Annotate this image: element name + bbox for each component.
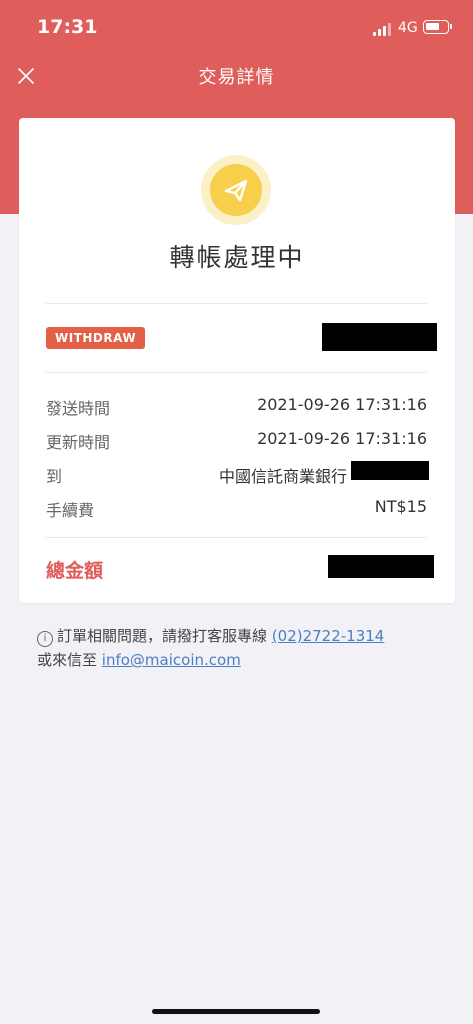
transaction-card: 轉帳處理中 WITHDRAW 發送時間 2021-09-26 17:31:16 …	[19, 118, 455, 603]
help-text-mid: 或來信至	[37, 651, 98, 669]
battery-icon	[423, 20, 452, 34]
destination-label: 到	[46, 467, 63, 486]
status-time: 17:31	[37, 16, 98, 38]
updated-time-label: 更新時間	[46, 433, 111, 452]
divider	[46, 303, 427, 304]
fee-label: 手續費	[46, 501, 95, 520]
network-type: 4G	[398, 20, 418, 36]
divider	[46, 372, 427, 373]
help-text: i 訂單相關問題，請撥打客服專線 (02)2722-1314 或來信至 info@…	[37, 624, 457, 672]
status-bar: 17:31 4G	[0, 0, 473, 56]
total-amount-label: 總金額	[46, 560, 104, 582]
transaction-status: 轉帳處理中	[169, 243, 305, 272]
status-icon-circle	[210, 164, 262, 216]
info-icon: i	[37, 631, 53, 647]
redacted-account	[351, 461, 429, 480]
cellular-signal-icon	[373, 22, 393, 36]
support-phone-link[interactable]: (02)2722-1314	[272, 627, 385, 645]
sent-time-label: 發送時間	[46, 399, 111, 418]
updated-time-value: 2021-09-26 17:31:16	[257, 429, 427, 448]
destination-bank: 中國信託商業銀行	[218, 467, 347, 486]
home-indicator[interactable]	[152, 1009, 320, 1014]
redacted-total	[328, 555, 434, 578]
fee-value: NT$15	[374, 497, 427, 516]
support-email-link[interactable]: info@maicoin.com	[102, 651, 241, 669]
page-title: 交易詳情	[198, 67, 275, 88]
transaction-type-badge: WITHDRAW	[46, 327, 146, 349]
status-icon-halo	[201, 155, 271, 225]
paper-plane-icon	[224, 179, 248, 202]
help-text-before: 訂單相關問題，請撥打客服專線	[57, 627, 268, 645]
divider	[46, 537, 427, 538]
redacted-id	[322, 323, 437, 351]
sent-time-value: 2021-09-26 17:31:16	[257, 395, 427, 414]
